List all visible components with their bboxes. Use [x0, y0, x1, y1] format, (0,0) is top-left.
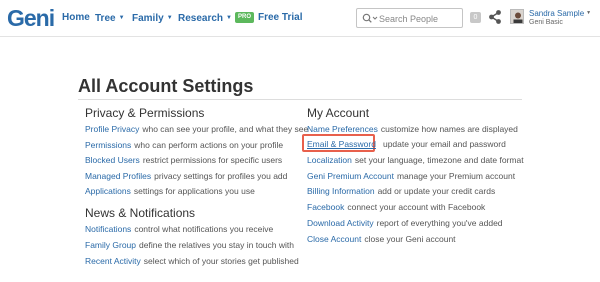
free-trial-link[interactable]: Free Trial	[258, 12, 302, 24]
setting-row: Email & Password update your email and pa…	[307, 139, 506, 150]
geni-logo[interactable]: Geni	[7, 6, 55, 30]
recent-activity-link[interactable]: Recent Activity	[85, 256, 141, 266]
setting-description: control what notifications you receive	[134, 224, 274, 234]
close-account-link[interactable]: Close Account	[307, 234, 361, 244]
nav-tree-label: Tree	[95, 13, 116, 24]
setting-row: Family Group define the relatives you sta…	[85, 240, 294, 251]
geni-premium-account-link[interactable]: Geni Premium Account	[307, 171, 394, 181]
permissions-link[interactable]: Permissions	[85, 140, 131, 150]
setting-row: Recent Activity select which of your stor…	[85, 256, 299, 267]
nav-research-menu[interactable]: Research ▼	[178, 12, 232, 25]
setting-description: restrict permissions for specific users	[142, 155, 283, 165]
family-group-link[interactable]: Family Group	[85, 240, 136, 250]
search-icon	[362, 13, 378, 23]
setting-row: Profile Privacy who can see your profile,…	[85, 124, 308, 135]
blocked-users-link[interactable]: Blocked Users	[85, 155, 140, 165]
nav-home-link[interactable]: Home	[62, 12, 90, 24]
setting-description: manage your Premium account	[396, 171, 516, 181]
setting-row: Localization set your language, timezone …	[307, 155, 524, 166]
setting-row: Download Activity report of everything yo…	[307, 218, 503, 229]
user-avatar[interactable]	[510, 9, 524, 24]
setting-description: report of everything you've added	[376, 218, 503, 228]
nav-research-label: Research	[178, 13, 224, 24]
download-activity-link[interactable]: Download Activity	[307, 218, 374, 228]
search-people-input[interactable]	[379, 11, 459, 26]
divider	[78, 99, 522, 100]
setting-description: customize how names are displayed	[380, 124, 518, 134]
nav-family-label: Family	[132, 13, 164, 24]
name-preferences-link[interactable]: Name Preferences	[307, 124, 378, 134]
setting-row: Blocked Users restrict permissions for sp…	[85, 155, 282, 166]
share-icon[interactable]	[488, 9, 502, 25]
setting-description: define the relatives you stay in touch w…	[139, 240, 294, 250]
user-name: Sandra Sample	[529, 9, 585, 18]
chevron-down-icon: ▼	[118, 15, 125, 21]
chevron-down-icon: ▼	[166, 15, 173, 21]
setting-description: who can perform actions on your profile	[134, 140, 284, 150]
setting-description: connect your account with Facebook	[347, 202, 486, 212]
pro-badge: PRO	[235, 12, 254, 23]
section-title-privacy-permissions: Privacy & Permissions	[85, 106, 205, 120]
user-photo-icon	[511, 10, 523, 23]
setting-description: add or update your credit cards	[377, 186, 496, 196]
setting-description: privacy settings for profiles you add	[154, 171, 288, 181]
email-password-link[interactable]: Email & Password	[307, 139, 376, 149]
user-plan: Geni Basic	[529, 19, 563, 26]
nav-family-menu[interactable]: Family ▼	[132, 12, 173, 25]
localization-link[interactable]: Localization	[307, 155, 352, 165]
search-box	[356, 8, 463, 28]
setting-row: Permissions who can perform actions on yo…	[85, 140, 283, 151]
setting-description: settings for applications you use	[133, 186, 255, 196]
setting-row: Notifications control what notifications …	[85, 224, 273, 235]
notifications-link[interactable]: Notifications	[85, 224, 131, 234]
setting-description: close your Geni account	[364, 234, 456, 244]
setting-description: set your language, timezone and date for…	[354, 155, 524, 165]
applications-link[interactable]: Applications	[85, 186, 131, 196]
facebook-link[interactable]: Facebook	[307, 202, 344, 212]
setting-description: who can see your profile, and what they …	[142, 124, 309, 134]
chevron-down-icon: ▼	[226, 15, 232, 21]
setting-row: Applications settings for applications yo…	[85, 186, 255, 197]
nav-tree-menu[interactable]: Tree ▼	[95, 12, 125, 25]
chevron-down-icon: ▼	[586, 10, 592, 16]
section-title-news-notifications: News & Notifications	[85, 206, 196, 220]
billing-information-link[interactable]: Billing Information	[307, 186, 375, 196]
setting-row: Geni Premium Account manage your Premium …	[307, 171, 515, 182]
notification-count-badge[interactable]: 0	[470, 12, 481, 23]
setting-description: update your email and password	[382, 139, 506, 149]
setting-row: Close Account close your Geni account	[307, 234, 456, 245]
profile-privacy-link[interactable]: Profile Privacy	[85, 124, 139, 134]
setting-description: select which of your stories get publish…	[143, 256, 299, 266]
managed-profiles-link[interactable]: Managed Profiles	[85, 171, 151, 181]
page-title: All Account Settings	[78, 76, 254, 96]
top-navigation-bar: Geni Home Tree ▼ Family ▼ Research ▼ PRO Fr…	[0, 0, 600, 37]
setting-row: Facebook connect your account with Facebo…	[307, 202, 485, 213]
section-title-my-account: My Account	[307, 106, 370, 120]
setting-row: Billing Information add or update your cr…	[307, 186, 495, 197]
setting-row: Managed Profiles privacy settings for pro…	[85, 171, 287, 182]
